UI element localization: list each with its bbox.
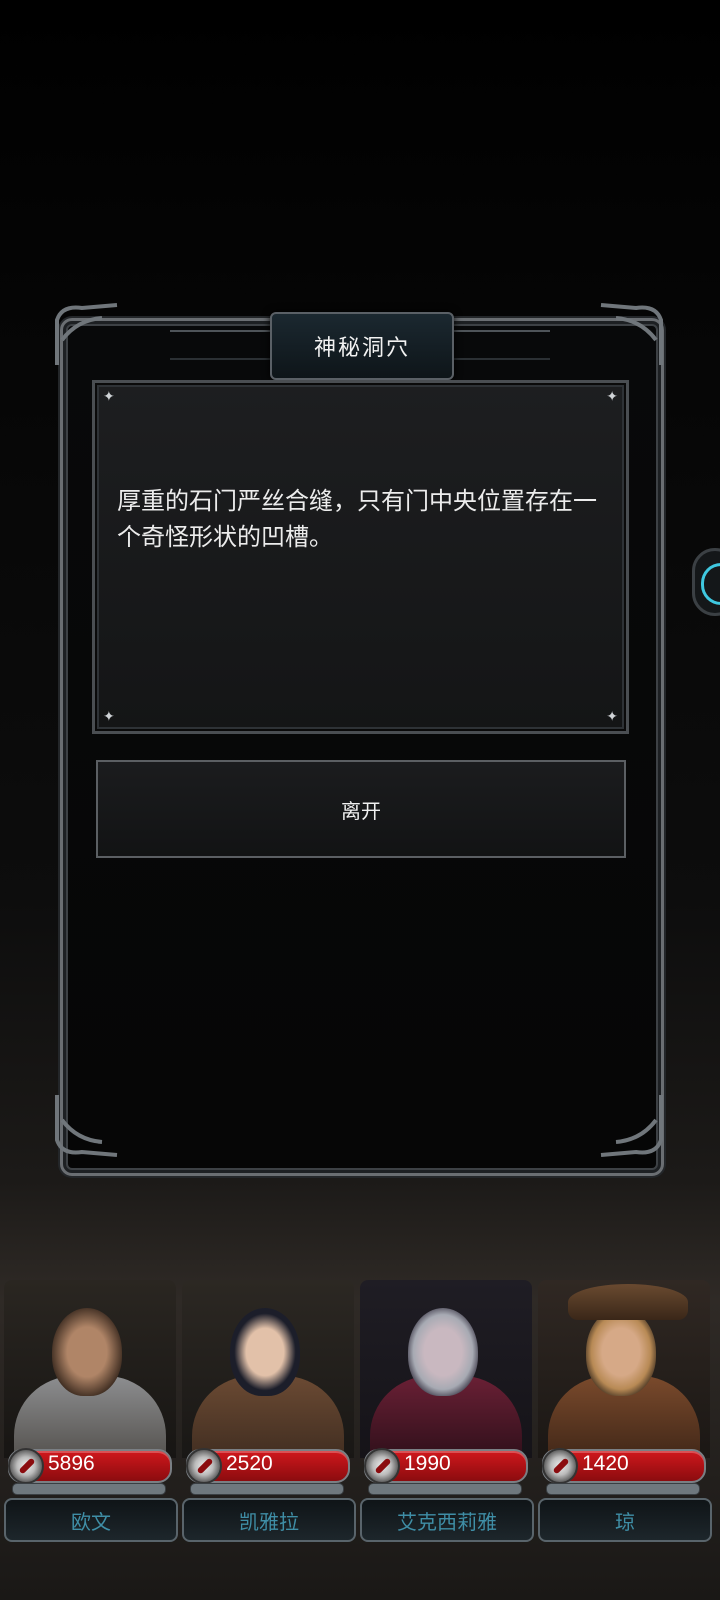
member-name: 欧文 <box>71 1509 111 1534</box>
leave-button-label: 离开 <box>341 798 381 823</box>
hp-value: 5896 <box>48 1452 95 1475</box>
party-member-card[interactable]: 5896 欧文 <box>0 1280 180 1542</box>
sparkle-icon: ✦ <box>103 709 115 725</box>
member-name: 艾克西莉雅 <box>397 1509 497 1534</box>
hp-bar: 5896 <box>8 1448 172 1484</box>
name-plate: 艾克西莉雅 <box>360 1498 534 1542</box>
frame-corner-ornament-top-left <box>52 300 122 370</box>
portrait-avatar <box>538 1280 710 1458</box>
party-member-card[interactable]: 2520 凯雅拉 <box>178 1280 358 1542</box>
sword-icon <box>542 1448 578 1484</box>
sword-icon <box>364 1448 400 1484</box>
frame-corner-ornament-bottom-left <box>52 1090 122 1160</box>
sword-icon <box>8 1448 44 1484</box>
hp-bar: 1990 <box>364 1448 528 1484</box>
hp-value: 2520 <box>226 1452 273 1475</box>
sparkle-icon: ✦ <box>606 389 618 405</box>
hp-bar: 1420 <box>542 1448 706 1484</box>
side-tab-arc-icon <box>701 563 720 605</box>
portrait-avatar <box>182 1280 354 1458</box>
member-name: 凯雅拉 <box>239 1509 299 1534</box>
party-member-card[interactable]: 1420 琼 <box>534 1280 714 1542</box>
leave-button[interactable]: 离开 <box>96 760 626 858</box>
sparkle-icon: ✦ <box>103 389 115 405</box>
hp-value: 1990 <box>404 1452 451 1475</box>
sword-icon <box>186 1448 222 1484</box>
side-menu-tab[interactable] <box>692 548 720 616</box>
name-plate: 琼 <box>538 1498 712 1542</box>
energy-bar <box>190 1483 344 1495</box>
portrait-avatar <box>4 1280 176 1458</box>
party-member-card[interactable]: 1990 艾克西莉雅 <box>356 1280 536 1542</box>
name-plate: 凯雅拉 <box>182 1498 356 1542</box>
dialog-title-banner: 神秘洞穴 <box>270 312 454 380</box>
party-bar: 5896 欧文 2520 凯雅拉 1990 艾克西莉雅 1420 琼 <box>0 1280 720 1600</box>
hp-bar: 2520 <box>186 1448 350 1484</box>
title-ornament-left <box>170 330 270 360</box>
sparkle-icon: ✦ <box>606 709 618 725</box>
dialog-title: 神秘洞穴 <box>313 336 410 361</box>
member-name: 琼 <box>615 1509 635 1534</box>
energy-bar <box>368 1483 522 1495</box>
story-text-panel: ✦ ✦ ✦ ✦ 厚重的石门严丝合缝，只有门中央位置存在一个奇怪形状的凹槽。 <box>92 380 629 734</box>
hp-value: 1420 <box>582 1452 629 1475</box>
name-plate: 欧文 <box>4 1498 178 1542</box>
frame-corner-ornament-top-right <box>596 300 666 370</box>
frame-corner-ornament-bottom-right <box>596 1090 666 1160</box>
energy-bar <box>12 1483 166 1495</box>
portrait-avatar <box>360 1280 532 1458</box>
title-ornament-right <box>450 330 550 360</box>
story-text: 厚重的石门严丝合缝，只有门中央位置存在一个奇怪形状的凹槽。 <box>117 487 597 551</box>
energy-bar <box>546 1483 700 1495</box>
